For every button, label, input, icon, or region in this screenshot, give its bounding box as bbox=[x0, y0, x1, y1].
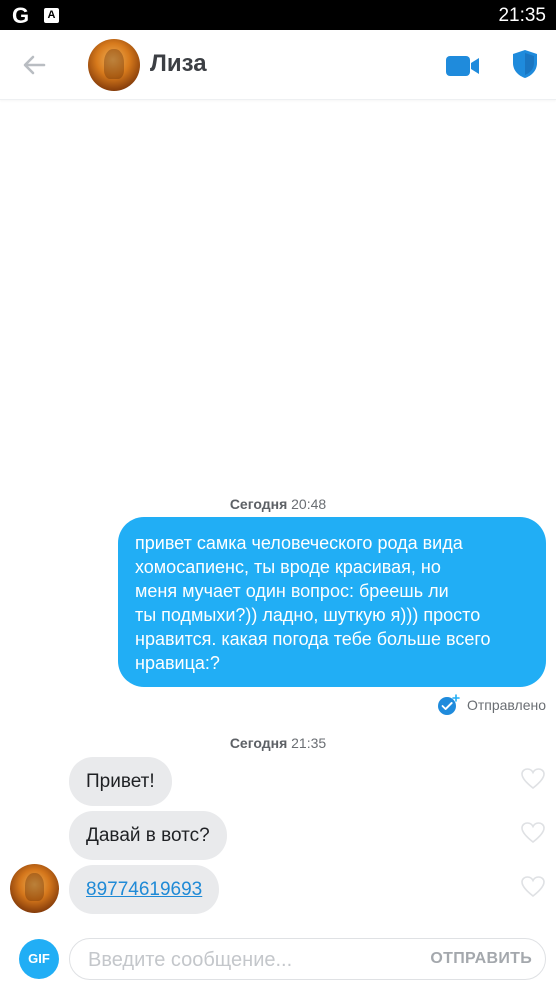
incoming-message[interactable]: 89774619693 bbox=[69, 865, 220, 914]
incoming-message[interactable]: Привет! bbox=[69, 757, 172, 806]
a-icon: A bbox=[44, 8, 59, 23]
heart-icon[interactable] bbox=[520, 767, 546, 791]
status-bar: G A 21:35 bbox=[0, 0, 556, 30]
message-line: привет самка человеческого рода вида bbox=[135, 533, 463, 553]
google-icon: G bbox=[12, 3, 30, 28]
sent-label: Отправлено bbox=[466, 697, 546, 713]
phone-link[interactable]: 89774619693 bbox=[86, 879, 202, 900]
send-button[interactable]: ОТПРАВИТЬ bbox=[430, 950, 532, 968]
check-badge-icon bbox=[437, 694, 460, 715]
date-separator: Сегодня 20:48 bbox=[229, 496, 327, 512]
outgoing-message[interactable]: привет самка человеческого рода вида хом… bbox=[118, 517, 546, 687]
sent-status: Отправлено bbox=[437, 694, 546, 716]
message-composer: ОТПРАВИТЬ bbox=[69, 938, 546, 980]
incoming-message[interactable]: Давай в вотс? bbox=[69, 811, 227, 860]
date-separator: Сегодня 21:35 bbox=[229, 735, 327, 751]
status-time: 21:35 bbox=[498, 5, 546, 26]
message-line: нравится. какая погода тебе больше всего bbox=[135, 629, 491, 649]
shield-icon[interactable] bbox=[510, 48, 540, 80]
arrow-left-icon[interactable] bbox=[18, 50, 50, 80]
video-camera-icon[interactable] bbox=[444, 52, 482, 80]
contact-name[interactable]: Лиза bbox=[150, 50, 207, 78]
heart-icon[interactable] bbox=[520, 821, 546, 845]
heart-icon[interactable] bbox=[520, 875, 546, 899]
gif-button[interactable]: GIF bbox=[19, 939, 59, 979]
message-line: нравица:? bbox=[135, 653, 220, 673]
message-line: хомосапиенс, ты вроде красивая, но bbox=[135, 557, 441, 577]
chat-header: Лиза bbox=[0, 30, 556, 100]
message-input[interactable] bbox=[88, 947, 408, 973]
message-line: ты подмыхи?)) ладно, шуткую я))) просто bbox=[135, 605, 481, 625]
contact-avatar[interactable] bbox=[88, 39, 140, 91]
message-line: меня мучает один вопрос: бреешь ли bbox=[135, 581, 449, 601]
sender-avatar[interactable] bbox=[10, 864, 59, 913]
